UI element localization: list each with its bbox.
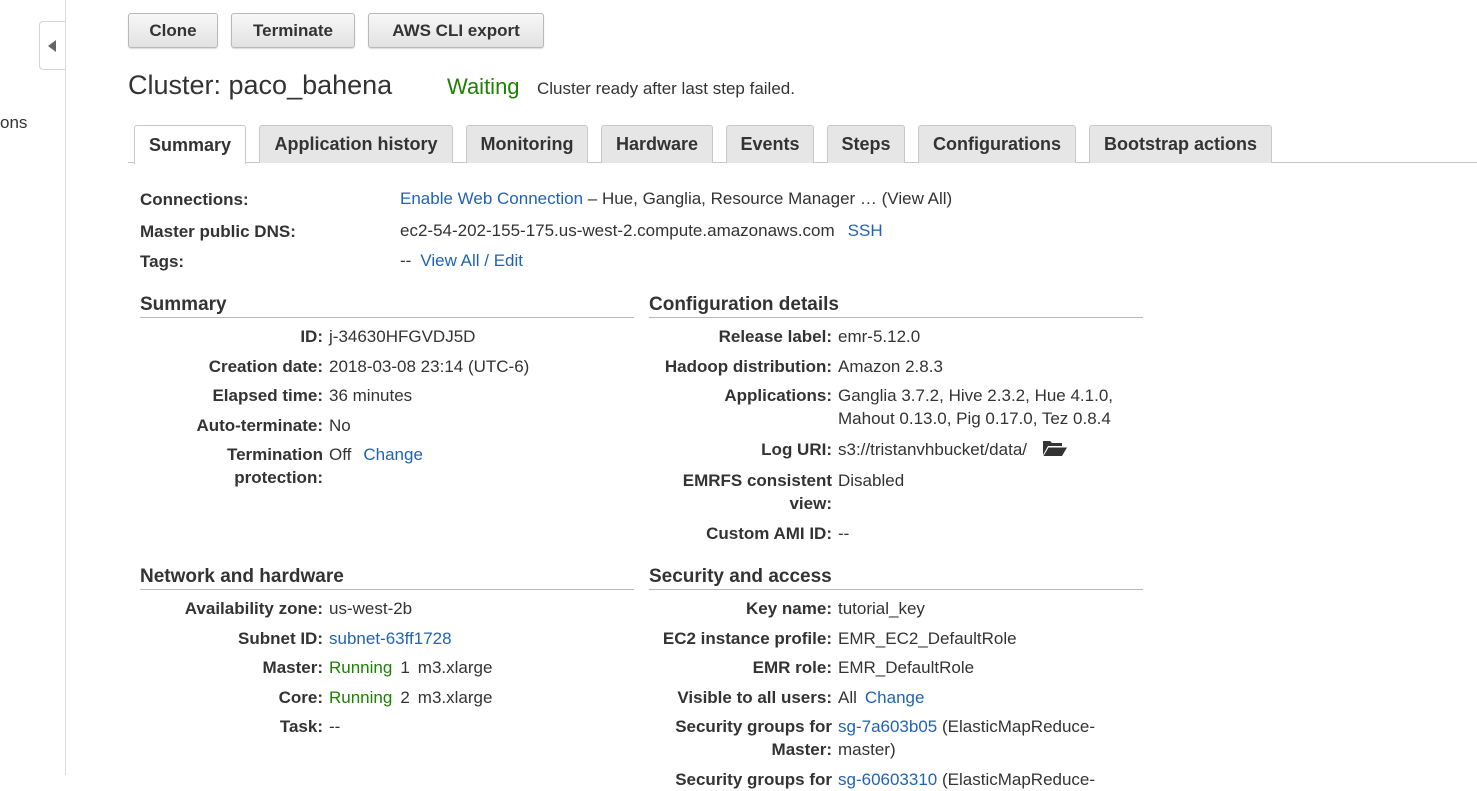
ec2-instance-profile-value: EMR_EC2_DefaultRole xyxy=(838,629,1017,648)
release-label-value: emr-5.12.0 xyxy=(838,327,921,346)
tab-summary[interactable]: Summary xyxy=(134,125,246,164)
folder-open-icon[interactable] xyxy=(1042,439,1068,457)
security-group-master-link[interactable]: sg-7a603b05 xyxy=(838,717,937,736)
tab-application-history[interactable]: Application history xyxy=(259,125,453,163)
connections-label: Connections: xyxy=(140,190,249,209)
summary-section-heading: Summary xyxy=(140,294,634,318)
termination-protection-value: Off xyxy=(329,445,352,464)
termination-protection-row: Off Change xyxy=(329,443,423,466)
log-uri-row: s3://tristanvhbucket/data/ xyxy=(838,438,1068,461)
terminate-button[interactable]: Terminate xyxy=(231,13,355,48)
tab-configurations[interactable]: Configurations xyxy=(918,125,1076,163)
master-dns-label: Master public DNS: xyxy=(140,222,296,241)
key-name-label: Key name: xyxy=(746,599,832,618)
cluster-id-value: j-34630HFGVDJ5D xyxy=(329,327,476,346)
master-status: Running xyxy=(329,658,393,677)
emrfs-consistent-view-label: EMRFS consistent view: xyxy=(682,471,832,513)
elapsed-time-value: 36 minutes xyxy=(329,386,413,405)
custom-ami-value: -- xyxy=(838,524,850,543)
cluster-id-label: ID: xyxy=(300,327,323,346)
caret-left-icon xyxy=(48,40,56,52)
subnet-id-row: subnet-63ff1728 xyxy=(329,627,452,650)
tab-hardware[interactable]: Hardware xyxy=(601,125,713,163)
sidebar-item-partial[interactable]: ons xyxy=(0,113,27,133)
aws-cli-export-button[interactable]: AWS CLI export xyxy=(368,13,544,48)
security-groups-core-label: Security groups for xyxy=(675,770,832,789)
applications-label: Applications: xyxy=(724,386,832,405)
cluster-status-message: Cluster ready after last step failed. xyxy=(537,79,795,98)
cluster-status: Waiting xyxy=(447,74,520,99)
key-name-value: tutorial_key xyxy=(838,599,925,618)
termination-protection-label: Termination protection: xyxy=(226,445,323,487)
core-count: 2 xyxy=(400,688,410,707)
task-value: -- xyxy=(329,717,341,736)
hadoop-distribution-label: Hadoop distribution: xyxy=(664,357,832,376)
availability-zone-label: Availability zone: xyxy=(184,599,323,618)
hadoop-distribution-value: Amazon 2.8.3 xyxy=(838,357,943,376)
tab-monitoring[interactable]: Monitoring xyxy=(466,125,588,163)
core-label: Core: xyxy=(278,688,323,707)
creation-date-label: Creation date: xyxy=(208,357,323,376)
applications-value: Ganglia 3.7.2, Hive 2.3.2, Hue 4.1.0, Ma… xyxy=(838,386,1114,428)
task-label: Task: xyxy=(279,717,323,736)
master-dns-row: ec2-54-202-155-175.us-west-2.compute.ama… xyxy=(400,221,883,241)
master-dns-value: ec2-54-202-155-175.us-west-2.compute.ama… xyxy=(400,221,835,240)
subnet-id-label: Subnet ID: xyxy=(238,629,323,648)
tab-steps[interactable]: Steps xyxy=(827,125,905,163)
network-section-heading: Network and hardware xyxy=(140,566,634,590)
emrfs-consistent-view-value: Disabled xyxy=(838,471,905,490)
sidebar-collapse-button[interactable] xyxy=(39,21,65,70)
security-group-core-link[interactable]: sg-60603310 xyxy=(838,770,937,789)
connections-list: – Hue, Ganglia, Resource Manager … (View… xyxy=(583,189,953,208)
emr-role-label: EMR role: xyxy=(752,658,832,677)
master-count: 1 xyxy=(400,658,410,677)
custom-ami-label: Custom AMI ID: xyxy=(706,524,832,543)
creation-date-value: 2018-03-08 23:14 (UTC-6) xyxy=(329,357,530,376)
tab-bootstrap-actions[interactable]: Bootstrap actions xyxy=(1089,125,1272,163)
auto-terminate-label: Auto-terminate: xyxy=(196,416,323,435)
tab-events[interactable]: Events xyxy=(726,125,814,163)
ssh-link[interactable]: SSH xyxy=(848,221,883,240)
view-all-edit-tags-link[interactable]: View All / Edit xyxy=(420,251,523,270)
ec2-instance-profile-label: EC2 instance profile: xyxy=(662,629,832,648)
visible-to-all-users-row: All Change xyxy=(838,686,924,709)
release-label-label: Release label: xyxy=(718,327,832,346)
master-instance-type: m3.xlarge xyxy=(417,658,493,677)
core-row: Running 2 m3.xlarge xyxy=(329,686,492,709)
availability-zone-value: us-west-2b xyxy=(329,599,413,618)
security-groups-master-row: sg-7a603b05 (ElasticMapReduce-master) xyxy=(838,715,1128,761)
change-visibility-link[interactable]: Change xyxy=(865,688,925,707)
enable-web-connection-link[interactable]: Enable Web Connection xyxy=(400,189,583,208)
subnet-id-link[interactable]: subnet-63ff1728 xyxy=(329,629,452,648)
core-instance-type: m3.xlarge xyxy=(417,688,493,707)
master-label: Master: xyxy=(262,658,323,677)
tags-label: Tags: xyxy=(140,252,185,271)
core-status: Running xyxy=(329,688,393,707)
security-section-heading: Security and access xyxy=(649,566,1143,590)
emr-role-value: EMR_DefaultRole xyxy=(838,658,975,677)
log-uri-label: Log URI: xyxy=(761,440,832,459)
tags-row: -- View All / Edit xyxy=(400,251,523,271)
change-termination-protection-link[interactable]: Change xyxy=(363,445,423,464)
sidebar-border xyxy=(65,0,66,775)
clone-button[interactable]: Clone xyxy=(128,13,218,48)
auto-terminate-value: No xyxy=(329,416,351,435)
security-groups-master-label: Security groups for Master: xyxy=(675,717,832,759)
tags-value: -- xyxy=(400,251,412,270)
connections-value: Enable Web Connection – Hue, Ganglia, Re… xyxy=(400,189,952,209)
master-row: Running 1 m3.xlarge xyxy=(329,656,492,679)
security-groups-core-row: sg-60603310 (ElasticMapReduce- xyxy=(838,768,1095,791)
visible-to-all-users-label: Visible to all users: xyxy=(677,688,832,707)
security-group-core-name: (ElasticMapReduce- xyxy=(937,770,1096,789)
elapsed-time-label: Elapsed time: xyxy=(212,386,323,405)
page-title: Cluster: paco_bahena xyxy=(128,70,393,100)
log-uri-value: s3://tristanvhbucket/data/ xyxy=(838,440,1027,459)
configuration-section-heading: Configuration details xyxy=(649,294,1143,318)
visible-to-all-users-value: All xyxy=(838,688,857,707)
